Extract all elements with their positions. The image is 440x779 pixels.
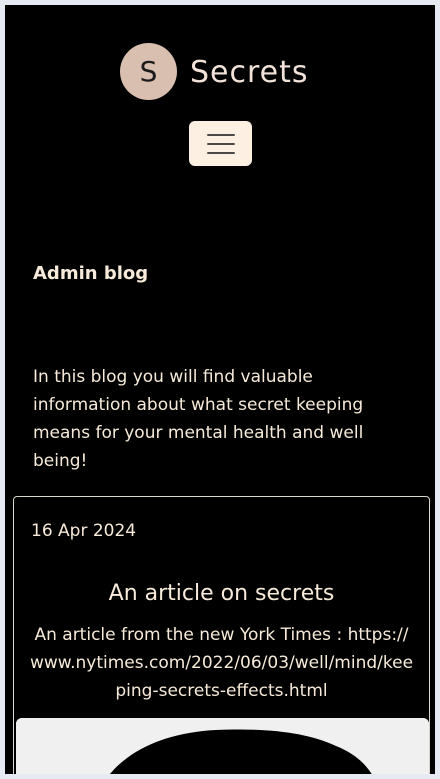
- brand[interactable]: S Secrets: [120, 43, 309, 100]
- page-title: Admin blog: [33, 263, 149, 284]
- intro-text: In this blog you will find valuable info…: [33, 367, 364, 471]
- post-title[interactable]: An article on secrets: [14, 581, 429, 606]
- menu-toggle-button[interactable]: [189, 121, 252, 166]
- post-card[interactable]: 16 Apr 2024 An article on secrets An art…: [13, 496, 430, 774]
- brand-name: Secrets: [190, 54, 309, 90]
- post-image: [16, 718, 429, 774]
- hamburger-menu-icon: [206, 133, 235, 154]
- page-viewport: S Secrets Admin blog In this blog you wi…: [5, 5, 435, 774]
- post-date: 16 Apr 2024: [31, 521, 137, 541]
- post-excerpt: An article from the new York Times : htt…: [29, 625, 414, 701]
- post-image-graphic: [16, 718, 429, 774]
- logo-letter: S: [139, 54, 158, 88]
- logo: S: [120, 43, 177, 100]
